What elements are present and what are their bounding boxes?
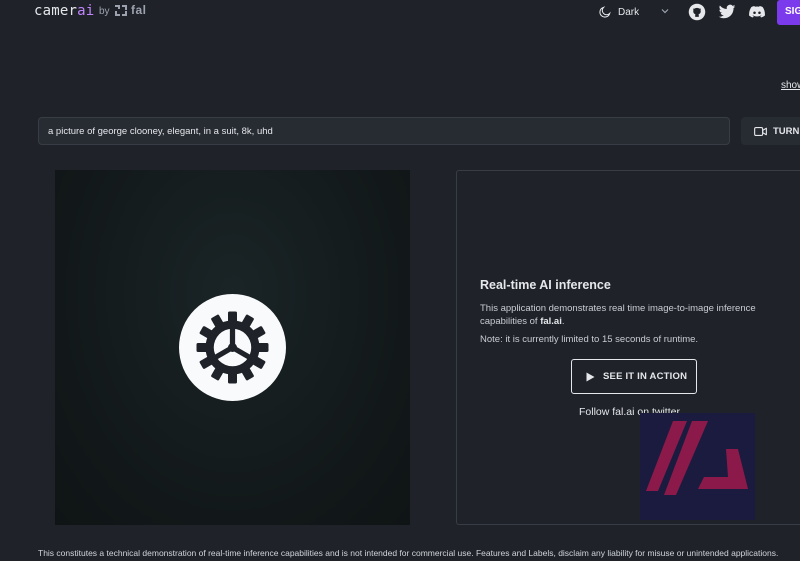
fal-ai-brand: fal.ai (540, 316, 562, 327)
theme-label: Dark (618, 6, 640, 18)
loading-spinner (179, 294, 286, 401)
app-logo[interactable]: camerai (34, 3, 94, 19)
fal-logo-mark-icon (646, 421, 748, 495)
action-button-label: SEE IT IN ACTION (603, 371, 688, 382)
by-label: by (99, 6, 110, 17)
info-desc-text: This application demonstrates real time … (480, 303, 756, 327)
chevron-down-icon (661, 9, 669, 14)
logo-main: camer (34, 3, 78, 19)
show-link[interactable]: show (781, 80, 800, 91)
sign-in-button[interactable]: SIG (777, 0, 800, 25)
play-icon (586, 372, 595, 381)
turn-button-label: TURN (773, 125, 800, 137)
info-description: This application demonstrates real time … (480, 302, 780, 328)
video-camera-icon (754, 126, 767, 136)
runtime-note: Note: it is currently limited to 15 seco… (480, 334, 699, 345)
see-it-in-action-button[interactable]: SEE IT IN ACTION (571, 359, 697, 394)
fal-logo-icon (115, 5, 127, 16)
theme-selector[interactable]: Dark (598, 5, 669, 19)
turn-on-camera-button[interactable]: TURN (741, 117, 800, 145)
info-desc-suffix: . (561, 316, 565, 327)
video-output-panel (55, 170, 410, 525)
prompt-input[interactable] (38, 117, 730, 145)
fal-label: fal (131, 3, 147, 17)
disclaimer-text: This constitutes a technical demonstrati… (38, 548, 779, 558)
gear-icon (196, 311, 269, 384)
moon-icon (599, 6, 611, 18)
twitter-icon[interactable] (718, 3, 736, 21)
fal-ai-logo (640, 413, 755, 520)
info-title: Real-time AI inference (480, 278, 611, 292)
discord-icon[interactable] (748, 3, 766, 21)
logo-accent: ai (77, 3, 95, 19)
header: camerai by fal Dark SIG (0, 0, 800, 26)
github-icon[interactable] (688, 3, 706, 21)
